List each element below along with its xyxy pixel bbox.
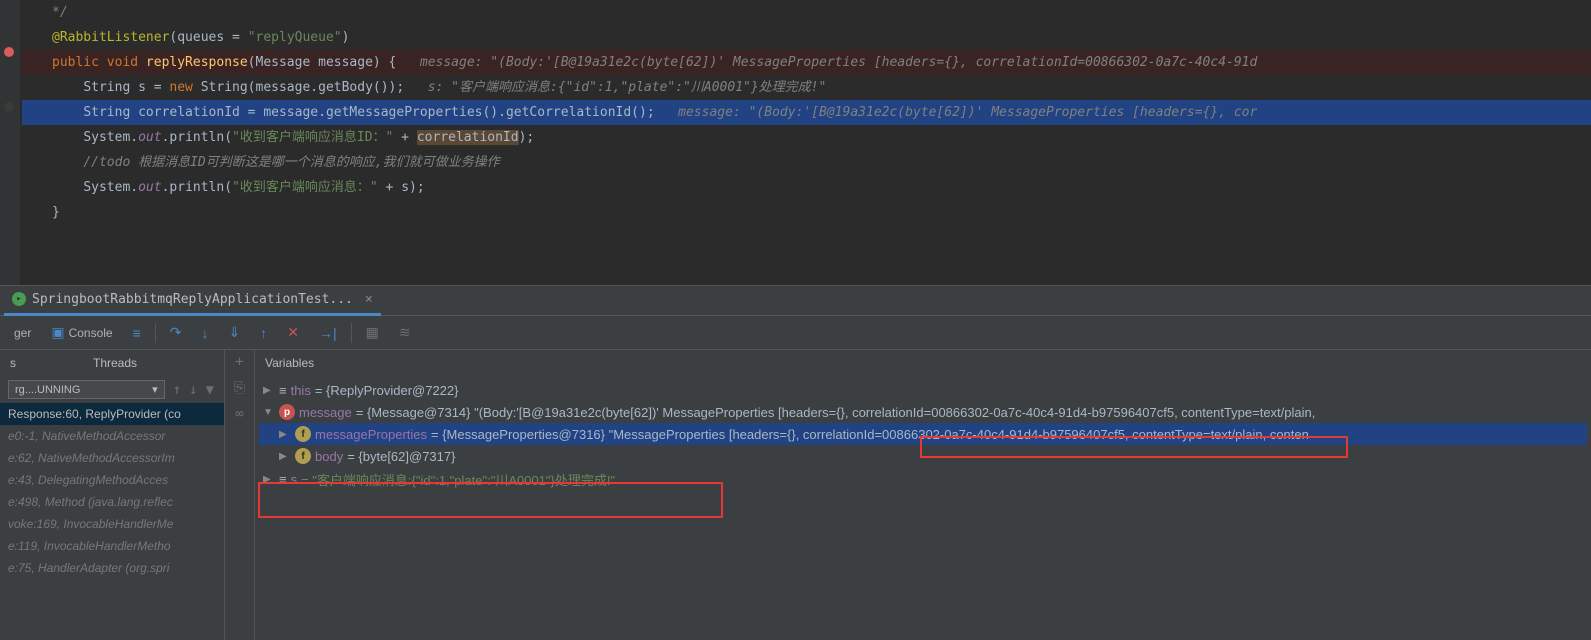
code-text: String s = [83,80,169,95]
equals-icon: ≡ [279,383,287,398]
code-text: replyResponse [146,55,248,70]
expand-icon[interactable]: ▶ [279,451,291,462]
code-text: String correlationId = message.getMessag… [83,105,654,120]
frame-item[interactable]: e:498, Method (java.lang.reflec [0,491,224,513]
drop-frame-button[interactable]: ✕ [281,320,305,345]
frame-item[interactable]: e:119, InvocableHandlerMetho [0,535,224,557]
run-to-cursor-button[interactable]: →| [313,321,343,345]
code-text: out [138,180,161,195]
collapse-icon[interactable]: ▼ [263,407,275,418]
var-value: = {ReplyProvider@7222} [315,383,459,398]
code-text: System. [83,130,138,145]
vars-toolbar: + ⎘ ∞ [225,350,255,640]
var-name: message [299,405,352,420]
step-into-button[interactable]: ↓ [196,321,215,345]
frames-panel: s Threads rg....UNNING ▾ ↑ ↓ ▼ Response:… [0,350,225,640]
var-name: body [315,449,343,464]
copy-icon[interactable]: ⎘ [234,380,245,396]
frames-tab-s[interactable]: s [10,356,16,370]
add-watch-icon[interactable]: + [235,354,243,370]
thread-name: rg....UNNING [15,384,80,396]
code-text: */ [52,5,68,20]
frames-list[interactable]: Response:60, ReplyProvider (co e0:-1, Na… [0,403,224,640]
step-out-button[interactable]: ↑ [254,321,273,345]
code-text: out [138,130,161,145]
highlight-box-2 [258,482,723,518]
frame-item[interactable]: e:43, DelegatingMethodAcces [0,469,224,491]
frame-item[interactable]: e:75, HandlerAdapter (org.spri [0,557,224,579]
thread-selector[interactable]: rg....UNNING ▾ [8,380,165,399]
code-text: ); [409,180,425,195]
console-icon: ▣ [51,324,64,341]
trace-button[interactable]: ≋ [393,320,417,345]
run-tab-label: SpringbootRabbitmqReplyApplicationTest..… [32,292,353,307]
field-badge-icon: f [295,448,311,464]
code-text: "收到客户端响应消息：" [232,180,378,195]
frame-item[interactable]: voke:169, InvocableHandlerMe [0,513,224,535]
gutter [0,0,20,285]
code-text: s [401,180,409,195]
param-badge-icon: p [279,404,295,420]
code-text: + [393,130,416,145]
code-text: "收到客户端响应消息ID：" [232,130,393,145]
run-tab-bar: ▸ SpringbootRabbitmqReplyApplicationTest… [0,285,1591,315]
code-text: //todo 根据消息ID可判断这是哪一个消息的响应,我们就可做业务操作 [83,155,499,170]
execution-marker [4,102,14,112]
code-text: } [52,205,60,220]
code-text: String(message.getBody()); [201,80,405,95]
code-editor[interactable]: */ @RabbitListener(queues = "replyQueue"… [0,0,1591,285]
step-over-button[interactable]: ↷ [164,320,188,345]
console-tab[interactable]: ▣ Console [45,320,118,345]
inline-hint: message: "(Body:'[B@19a31e2c(byte[62])' … [655,105,1258,120]
frame-item[interactable]: e:62, NativeMethodAccessorIm [0,447,224,469]
code-text: ); [519,130,535,145]
var-name: this [291,383,311,398]
var-name: messageProperties [315,427,427,442]
inline-hint: message: "(Body:'[B@19a31e2c(byte[62])' … [396,55,1257,70]
code-text: correlationId [417,130,519,145]
tab-label: Console [69,326,113,340]
run-status-icon: ▸ [12,292,26,306]
tab-label: ger [14,326,31,340]
frame-item[interactable]: e0:-1, NativeMethodAccessor [0,425,224,447]
run-tab[interactable]: ▸ SpringbootRabbitmqReplyApplicationTest… [4,286,381,316]
frame-item[interactable]: Response:60, ReplyProvider (co [0,403,224,425]
breakpoint-marker[interactable] [4,47,14,57]
code-text: System. [83,180,138,195]
debugger-tab[interactable]: ger [8,322,37,344]
prev-frame-icon[interactable]: ↑ [171,382,183,398]
inline-hint: s: "客户端响应消息:{"id":1,"plate":"川A0001"}处理完… [404,80,826,95]
var-row-message[interactable]: ▼ p message = {Message@7314} "(Body:'[B@… [259,401,1587,423]
threads-icon[interactable]: ≡ [127,321,147,345]
highlight-box-1 [920,436,1348,458]
close-icon[interactable]: × [365,292,373,307]
threads-tab[interactable]: Threads [93,356,137,370]
force-step-into-button[interactable]: ⇓ [223,320,247,345]
code-text: (Message message) { [248,55,397,70]
code-text: .println( [162,130,232,145]
var-value: = {byte[62]@7317} [347,449,455,464]
code-text: + [378,180,401,195]
code-text: @RabbitListener [52,30,169,45]
code-text: new [169,80,200,95]
code-text: public void [52,55,146,70]
var-row-this[interactable]: ▶ ≡ this = {ReplyProvider@7222} [259,380,1587,401]
expand-icon[interactable]: ▶ [263,385,275,396]
next-frame-icon[interactable]: ↓ [187,382,199,398]
field-badge-icon: f [295,426,311,442]
evaluate-button[interactable]: ▦ [360,320,385,345]
filter-icon[interactable]: ▼ [204,382,216,398]
chevron-down-icon: ▾ [152,383,158,396]
variables-header: Variables [255,350,1591,376]
expand-icon[interactable]: ▶ [279,429,291,440]
code-text: .println( [162,180,232,195]
var-value: = {Message@7314} "(Body:'[B@19a31e2c(byt… [356,405,1316,420]
debug-toolbar: ger ▣ Console ≡ ↷ ↓ ⇓ ↑ ✕ →| ▦ ≋ [0,315,1591,350]
glasses-icon[interactable]: ∞ [235,406,243,422]
